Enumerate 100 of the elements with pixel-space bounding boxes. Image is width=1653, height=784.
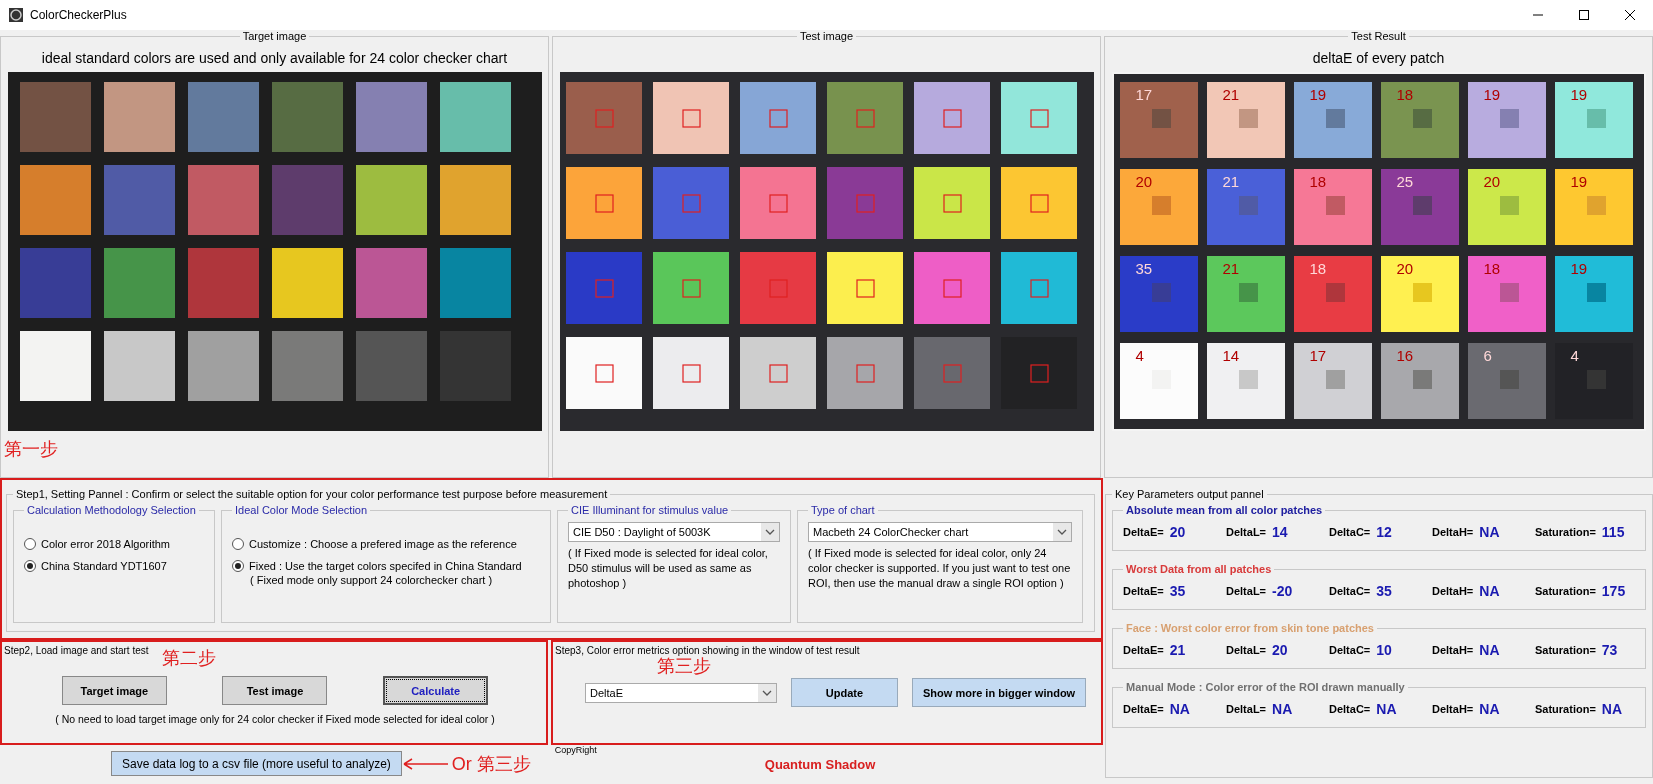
metric-label: DeltaL= [1226,644,1267,656]
action-button[interactable]: Target image [61,676,167,705]
sample-square [1239,370,1259,390]
group-title: Face : Worst color error from skin tone patches [1125,622,1375,634]
step-annotation: 第二步 [162,647,216,670]
hint-text: ( No need to load target image only for 24 color checker if Fixed mode selected for ideal color ) [54,713,496,725]
delta-value: 17 [1308,347,1328,364]
option-label: Customize : Choose a prefered image as the reference [249,538,517,550]
group-title: Absolute mean from all color patches [1125,504,1324,516]
delta-value: 35 [1134,260,1154,277]
option-label: Fixed : Use the target colors specifed in China Standard [249,560,522,572]
metric-label: DeltaC= [1329,585,1371,597]
sample-square [1500,283,1520,303]
sample-square [1413,370,1433,390]
delta-value: 21 [1221,86,1241,103]
delta-value: 20 [1134,173,1154,190]
dropdown[interactable]: CIE D50 : Daylight of 5003K [568,522,780,542]
delta-value: 18 [1482,260,1502,277]
metric-value: 20 [1272,642,1288,658]
radio-button[interactable] [24,560,36,572]
option-label: China Standard YDT1607 [41,560,167,572]
delta-value: 19 [1569,260,1589,277]
sample-square [1413,283,1433,303]
save-button[interactable]: Save data log to a csv file (more useful to analyze) [111,751,402,776]
panel-title: Test Result [1350,30,1407,42]
panel-title: Test image [798,30,855,42]
delta-value: 21 [1221,173,1241,190]
metric-value: NA [1376,701,1397,717]
action-button[interactable]: Show more in bigger window [912,678,1087,707]
sample-square [1326,109,1346,129]
delta-value: 19 [1569,173,1589,190]
dropdown[interactable]: Macbeth 24 ColorChecker chart [808,522,1072,542]
author-name: Quantum Shadow [764,757,876,772]
metric-value: NA [1479,701,1500,717]
metric-dropdown[interactable]: DeltaE [585,682,777,703]
metric-value: NA [1169,701,1190,717]
metric-value: 14 [1272,524,1288,540]
delta-value: 6 [1482,347,1493,364]
section-title: Step3, Color error metrics option showing in the window of test result [555,645,860,656]
step-annotation: 第三步 [657,656,711,678]
group-title: Manual Mode : Color error of the ROI drawn manually [1125,681,1406,693]
delta-value: 21 [1221,260,1241,277]
radio-button[interactable] [24,538,36,550]
close-icon[interactable] [1624,9,1636,21]
radio-button[interactable] [232,560,244,572]
delta-value: 20 [1482,173,1502,190]
metric-value: 73 [1601,642,1618,658]
delta-value: 20 [1395,260,1415,277]
metric-label: Saturation= [1535,526,1596,538]
sample-square [1587,283,1607,303]
metric-label: Saturation= [1535,644,1596,656]
radio-button[interactable] [232,538,244,550]
metric-value: 35 [1169,583,1186,599]
metric-label: DeltaC= [1329,526,1371,538]
hint-text: ( If Fixed mode is selected for ideal color, D50 stimulus will be used as same as photoshop ) [568,546,769,591]
metric-label: Saturation= [1535,585,1596,597]
sample-square [1239,283,1259,303]
metric-value: NA [1479,642,1500,658]
sample-square [1500,196,1520,216]
maximize-icon[interactable] [1578,9,1590,21]
panel-caption: deltaE of every patch [1312,50,1445,67]
caret-icon [761,523,779,541]
metric-value: NA [1272,701,1293,717]
metric-label: DeltaE= [1123,585,1164,597]
metric-value: 12 [1376,524,1392,540]
panel-caption: ideal standard colors are used and only available for 24 color checker chart [41,50,508,67]
sample-square [1239,109,1259,129]
section-title: Step2, Load image and start test [4,645,149,656]
metric-value: 21 [1169,642,1186,658]
sample-square [1413,196,1433,216]
delta-value: 4 [1134,347,1145,364]
metric-value: NA [1479,524,1500,540]
section-title: Step1, Setting Pannel : Confirm or select the suitable option for your color performance test purpose before measurement [15,488,609,500]
sample-square [1239,196,1259,216]
section-title: Key Parameters output pannel [1114,488,1265,500]
action-button[interactable]: Calculate [383,676,489,705]
metric-label: DeltaE= [1123,526,1164,538]
metric-label: DeltaL= [1226,703,1267,715]
app-icon [8,7,24,23]
delta-value: 18 [1308,260,1328,277]
action-button[interactable]: Test image [222,676,328,705]
metric-value: 20 [1169,524,1186,540]
metric-label: DeltaH= [1432,703,1474,715]
metric-value: NA [1479,583,1500,599]
group-title: Worst Data from all patches [1125,563,1273,575]
hint-text: ( Fixed mode only support 24 colorchecker chart ) [250,574,494,586]
sample-square [1152,196,1172,216]
sample-square [1152,283,1172,303]
delta-value: 16 [1395,347,1415,364]
delta-value: 19 [1308,86,1328,103]
copyright-label: CopyRight [554,745,597,755]
panel-title: Target image [241,30,308,42]
action-button[interactable]: Update [791,678,898,707]
arrow-icon [401,757,448,770]
metric-value: 35 [1376,583,1392,599]
metric-label: DeltaH= [1432,526,1474,538]
caret-icon [1053,523,1071,541]
sample-square [1326,283,1346,303]
metric-value: 115 [1601,524,1625,540]
delta-value: 19 [1482,86,1502,103]
